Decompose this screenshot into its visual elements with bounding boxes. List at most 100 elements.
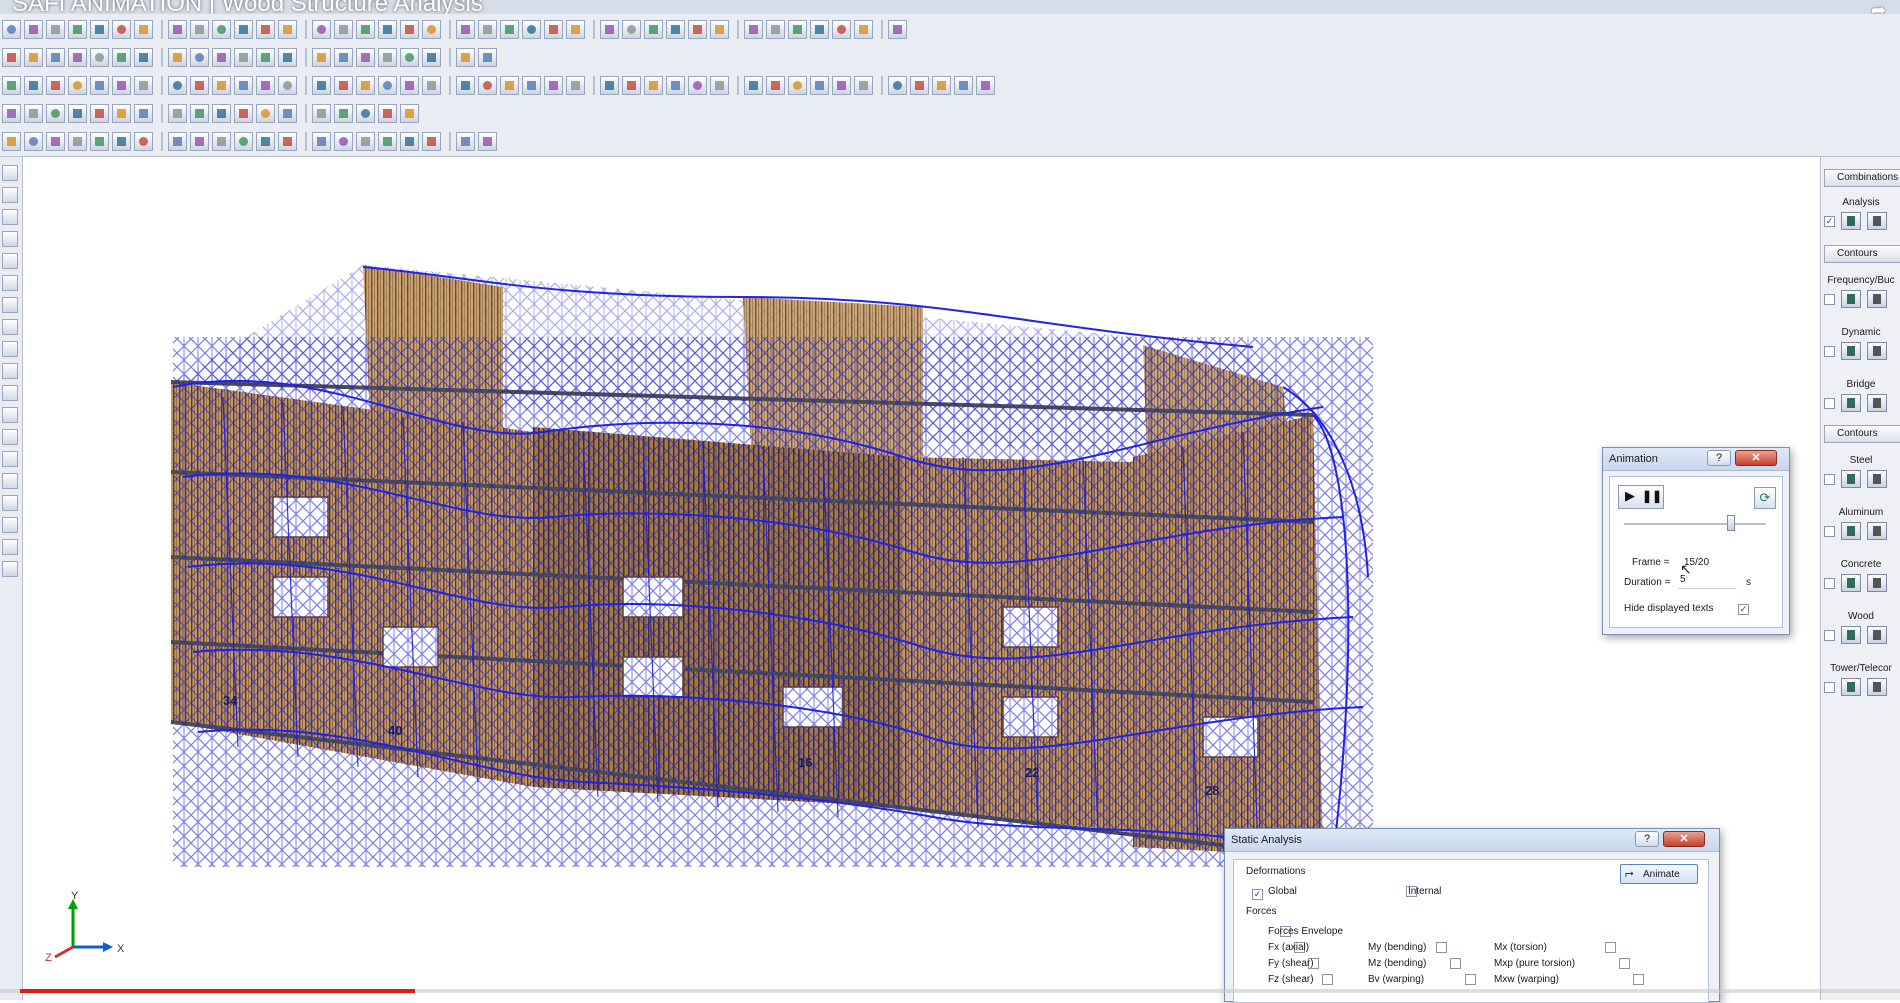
redo-icon[interactable] (976, 75, 995, 95)
load-icon[interactable] (400, 47, 419, 67)
dynamic-report-icon[interactable] (1867, 342, 1887, 360)
node-icon[interactable] (46, 75, 65, 95)
dynamic-checkbox[interactable] (1824, 345, 1835, 357)
analysis-icon[interactable] (478, 19, 497, 39)
print-icon[interactable] (2, 47, 21, 67)
select-icon[interactable] (256, 75, 275, 95)
share-arrow-icon[interactable]: ➦ (1871, 0, 1886, 14)
undo-icon[interactable] (456, 75, 475, 95)
view-3d-icon[interactable] (2, 297, 18, 313)
bv-checkbox[interactable] (1464, 974, 1476, 985)
animate-button[interactable]: ⮣ Animate (1620, 864, 1698, 884)
new-file-icon[interactable] (312, 103, 331, 123)
load-icon[interactable] (212, 19, 231, 39)
save-icon[interactable] (544, 19, 563, 39)
undo-icon[interactable] (90, 19, 109, 39)
tower-report-icon[interactable] (1867, 678, 1887, 696)
contours-button-2[interactable]: Contours (1824, 425, 1900, 443)
undo-icon[interactable] (278, 47, 297, 67)
select-icon[interactable] (68, 47, 87, 67)
frame-slider-thumb[interactable] (1726, 515, 1735, 531)
redo-icon[interactable] (478, 75, 497, 95)
zoom-icon[interactable] (888, 19, 907, 39)
rotate-globe-icon[interactable] (2, 187, 18, 203)
load-icon[interactable] (710, 19, 729, 39)
save-icon[interactable] (666, 75, 685, 95)
undo-icon[interactable] (24, 47, 43, 67)
member-icon[interactable] (256, 103, 275, 123)
mxp-checkbox[interactable] (1618, 958, 1630, 969)
undo-icon[interactable] (334, 19, 353, 39)
undo-icon[interactable] (954, 75, 973, 95)
steel-report-icon[interactable] (1867, 470, 1887, 488)
open-icon[interactable] (24, 19, 43, 39)
frequency-checkbox[interactable] (1824, 293, 1835, 305)
zoom-icon[interactable] (334, 47, 353, 67)
zoom-icon[interactable] (522, 75, 541, 95)
select-icon[interactable] (134, 19, 153, 39)
open-icon[interactable] (278, 131, 297, 151)
new-file-icon[interactable] (256, 131, 275, 151)
fz-checkbox[interactable] (1322, 974, 1334, 985)
new-file-icon[interactable] (500, 19, 519, 39)
select-icon[interactable] (2, 75, 21, 95)
print-icon[interactable] (134, 103, 153, 123)
load-icon[interactable] (90, 75, 109, 95)
node-icon[interactable] (356, 47, 375, 67)
global-checkbox[interactable]: ✓ (1252, 889, 1263, 900)
save-icon[interactable] (234, 47, 253, 67)
node-icon[interactable] (422, 19, 441, 39)
undo-icon[interactable] (212, 75, 231, 95)
undo-icon[interactable] (710, 75, 729, 95)
zoom-icon[interactable] (90, 47, 109, 67)
zoom-icon[interactable] (278, 75, 297, 95)
redo-icon[interactable] (356, 131, 375, 151)
wood-checkbox[interactable] (1824, 629, 1835, 641)
open-icon[interactable] (212, 47, 231, 67)
select-icon[interactable] (378, 19, 397, 39)
open-icon[interactable] (278, 19, 297, 39)
save-icon[interactable] (356, 103, 375, 123)
save-icon[interactable] (46, 131, 65, 151)
frequency-run-icon[interactable] (1841, 290, 1861, 308)
render-icon[interactable] (2, 495, 18, 511)
node-icon[interactable] (234, 103, 253, 123)
new-file-icon[interactable] (190, 47, 209, 67)
node-icon[interactable] (666, 19, 685, 39)
redo-icon[interactable] (600, 19, 619, 39)
concrete-run-icon[interactable] (1841, 574, 1861, 592)
concrete-report-icon[interactable] (1867, 574, 1887, 592)
bridge-run-icon[interactable] (1841, 394, 1861, 412)
print-icon[interactable] (312, 131, 331, 151)
steel-run-icon[interactable] (1841, 470, 1861, 488)
frame-slider-track[interactable] (1624, 523, 1766, 525)
shading-icon[interactable] (2, 561, 18, 577)
open-icon[interactable] (522, 19, 541, 39)
view-front-icon[interactable] (2, 319, 18, 335)
new-file-icon[interactable] (378, 75, 397, 95)
analysis-icon[interactable] (112, 75, 131, 95)
open-icon[interactable] (90, 103, 109, 123)
redo-icon[interactable] (234, 75, 253, 95)
open-icon[interactable] (888, 75, 907, 95)
combinations-button[interactable]: Combinations (1824, 169, 1900, 187)
open-icon[interactable] (644, 75, 663, 95)
member-icon[interactable] (312, 75, 331, 95)
new-file-icon[interactable] (744, 19, 763, 39)
print-icon[interactable] (312, 19, 331, 39)
redo-icon[interactable] (854, 19, 873, 39)
open-icon[interactable] (456, 47, 475, 67)
select-icon[interactable] (134, 131, 153, 151)
aluminum-run-icon[interactable] (1841, 522, 1861, 540)
node-icon[interactable] (788, 75, 807, 95)
wood-report-icon[interactable] (1867, 626, 1887, 644)
mx-checkbox[interactable] (1604, 942, 1616, 953)
member-icon[interactable] (378, 47, 397, 67)
load-icon[interactable] (456, 19, 475, 39)
analysis-icon[interactable] (422, 47, 441, 67)
my-checkbox[interactable] (1436, 942, 1448, 953)
static-dialog-titlebar[interactable]: Static Analysis ? ✕ (1225, 829, 1719, 852)
view-left-icon[interactable] (2, 363, 18, 379)
member-icon[interactable] (68, 75, 87, 95)
pause-icon[interactable]: ❚❚ (1641, 486, 1663, 506)
